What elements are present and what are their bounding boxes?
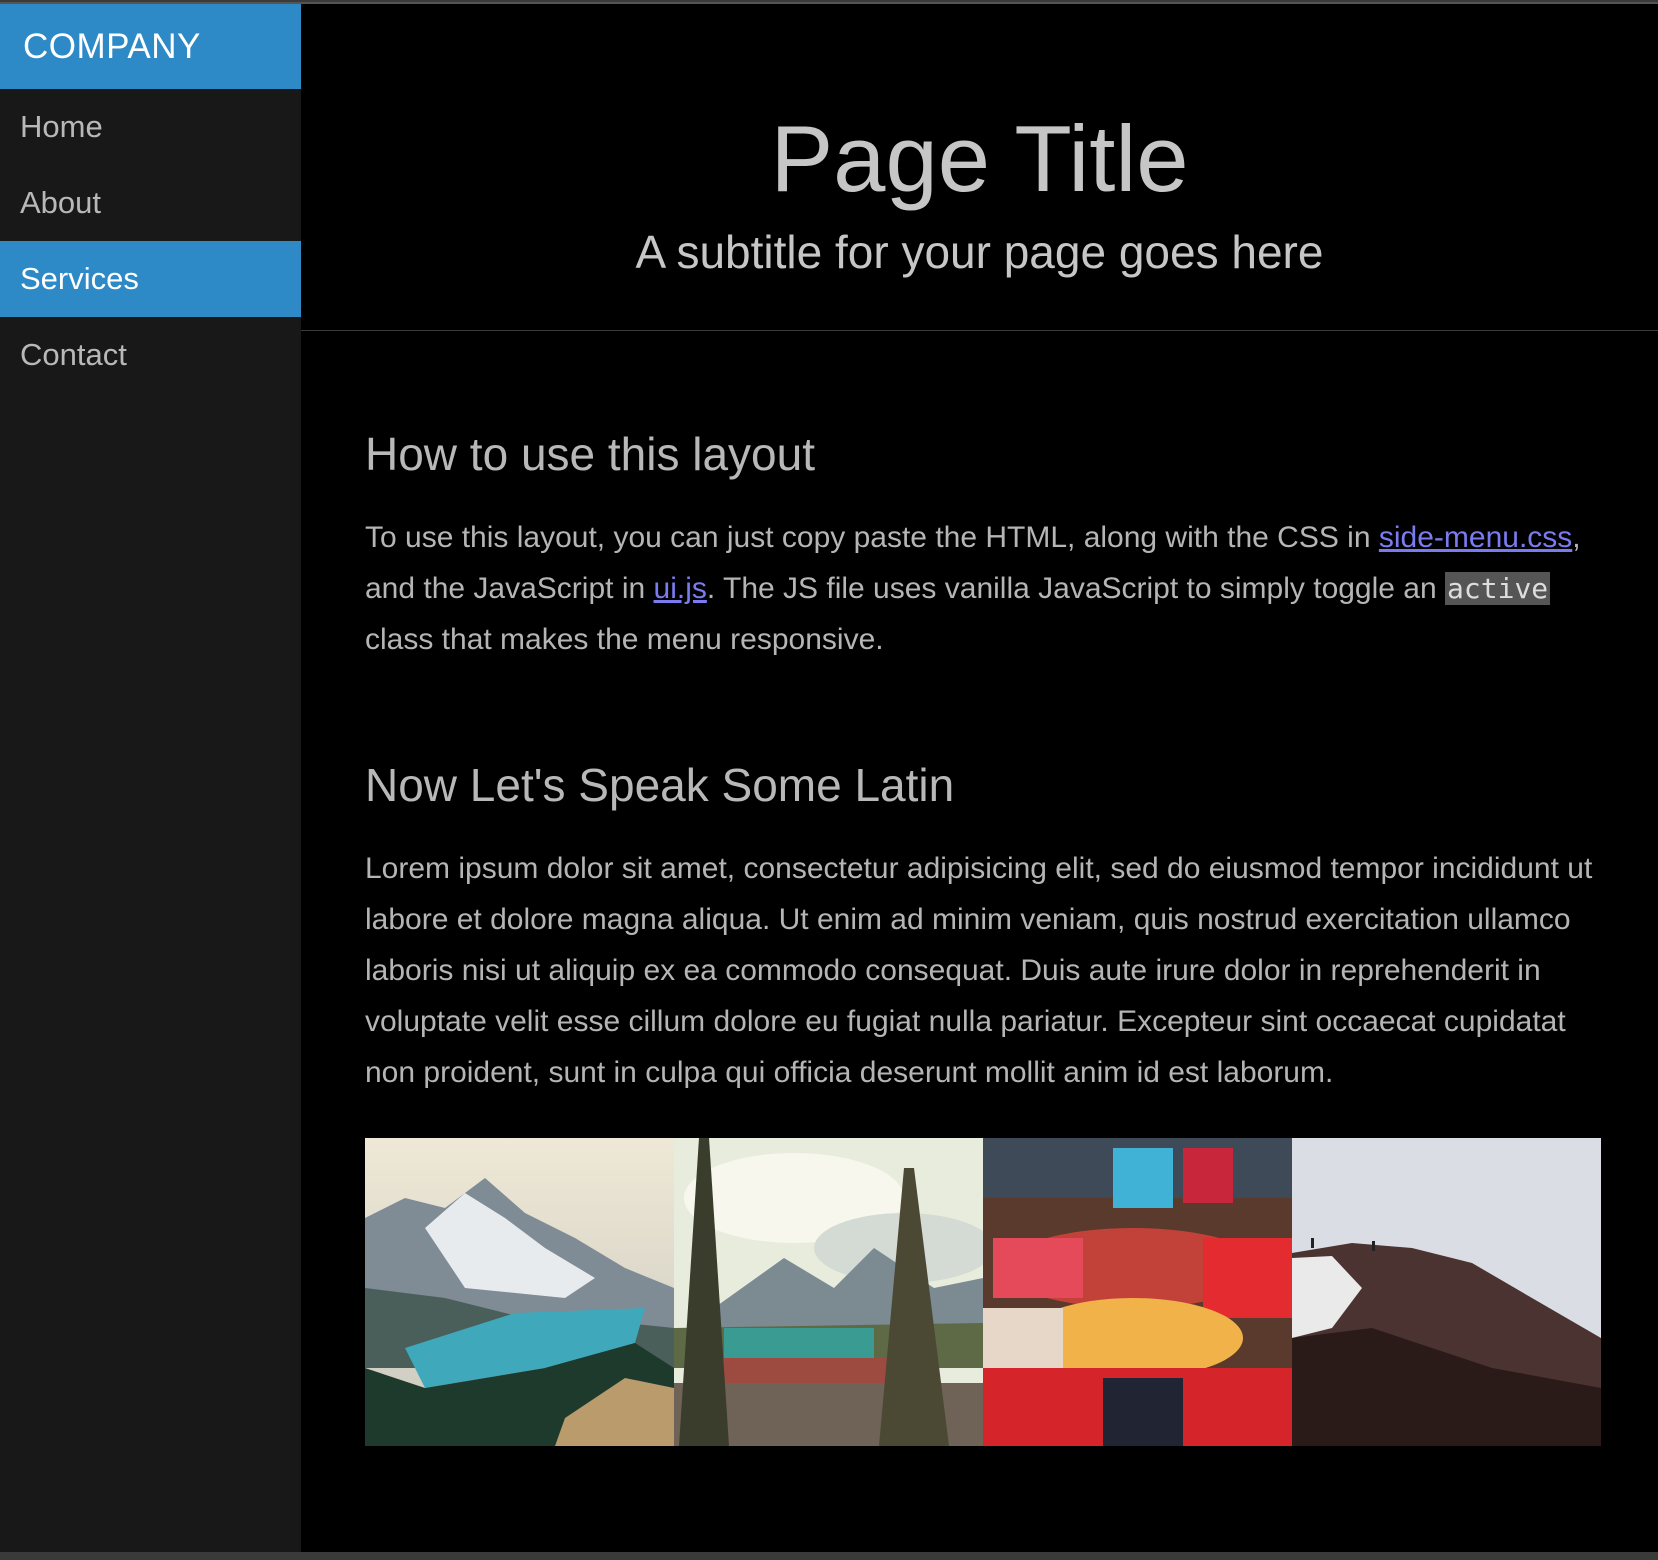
section-heading-latin: Now Let's Speak Some Latin — [365, 759, 955, 811]
photo-mountain-lake — [365, 1138, 674, 1446]
code-active: active — [1445, 572, 1551, 605]
section-heading-usage: How to use this layout — [365, 428, 816, 480]
sidebar-item-services[interactable]: Services — [0, 241, 301, 317]
page-header: Page Title A subtitle for your page goes… — [301, 4, 1658, 331]
side-menu-css-link[interactable]: side-menu.css — [1379, 521, 1572, 554]
brand-link[interactable]: COMPANY — [0, 4, 301, 89]
page-subtitle: A subtitle for your page goes here — [635, 226, 1324, 278]
ui-js-link[interactable]: ui.js — [654, 572, 707, 605]
sidebar-item-about[interactable]: About — [0, 165, 301, 241]
sidebar-item-contact[interactable]: Contact — [0, 317, 301, 393]
usage-text-4: class that makes the menu responsive. — [365, 623, 884, 656]
photo-gallery — [365, 1138, 1601, 1446]
page-title: Page Title — [770, 106, 1189, 211]
usage-text-1: To use this layout, you can just copy pa… — [365, 521, 1379, 554]
sidebar-menu: COMPANY Home About Services Contact — [0, 4, 301, 1552]
sidebar-item-home[interactable]: Home — [0, 89, 301, 165]
content-area: How to use this layout To use this layou… — [301, 426, 1658, 1446]
usage-paragraph: To use this layout, you can just copy pa… — [365, 512, 1605, 665]
latin-paragraph: Lorem ipsum dolor sit amet, consectetur … — [365, 852, 1593, 1089]
usage-text-3: . The JS file uses vanilla JavaScript to… — [706, 572, 1446, 605]
main-content: Page Title A subtitle for your page goes… — [301, 4, 1658, 1552]
photo-forest-train — [674, 1138, 983, 1446]
app-window: COMPANY Home About Services Contact Page… — [0, 2, 1658, 1552]
photo-rocky-hill — [1292, 1138, 1601, 1446]
photo-souvenir-shop — [983, 1138, 1292, 1446]
